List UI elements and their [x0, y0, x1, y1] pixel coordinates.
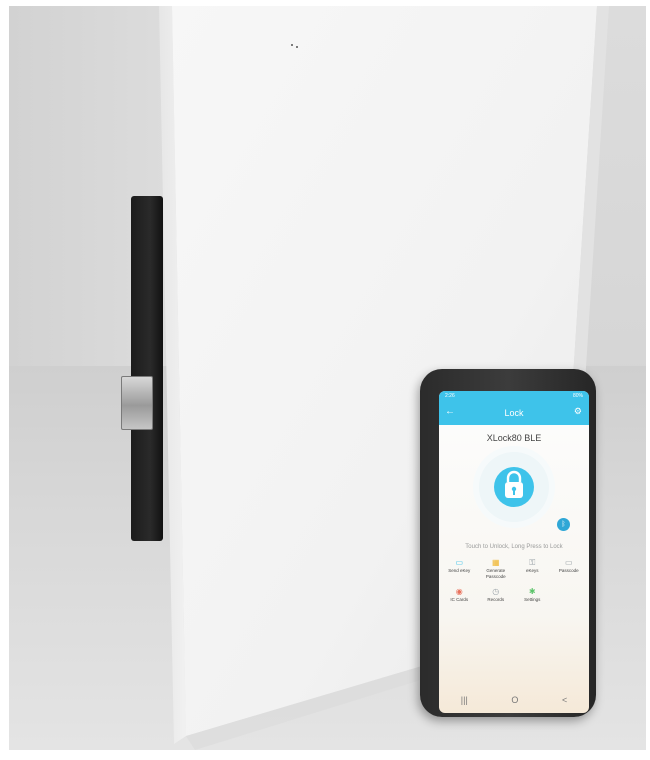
lock-menu-grid: ▭ Send eKey ▦ Generate Passcode ⚿ eKeys … — [439, 558, 589, 603]
passcode-generate-icon: ▦ — [491, 558, 500, 567]
padlock-icon — [505, 470, 523, 498]
settings-gear-icon[interactable]: ⚙ — [574, 406, 582, 417]
back-arrow-icon[interactable]: ← — [445, 406, 455, 417]
menu-item-records[interactable]: ◷ Records — [478, 587, 515, 603]
android-nav-bar: ||| O < — [439, 695, 589, 705]
home-button[interactable]: O — [511, 695, 518, 705]
menu-item-settings[interactable]: ✱ Settings — [514, 587, 551, 603]
lock-name: XLock80 BLE — [486, 433, 542, 443]
status-time: 2:26 — [445, 393, 455, 399]
settings-icon: ✱ — [528, 587, 536, 596]
menu-item-ic-cards[interactable]: ◉ IC Cards — [441, 587, 478, 603]
menu-item-send-ekey[interactable]: ▭ Send eKey — [441, 558, 478, 579]
back-button[interactable]: < — [562, 695, 567, 705]
send-ekey-icon: ▭ — [455, 558, 464, 567]
ic-card-icon: ◉ — [455, 587, 463, 596]
status-bar: 2:26 80% — [439, 391, 589, 401]
photo-scene: 2:26 80% ← Lock ⚙ XLock80 BLE ᛒ Touch to… — [9, 6, 646, 750]
menu-item-ekeys[interactable]: ⚿ eKeys — [514, 558, 551, 579]
unlock-button[interactable] — [479, 452, 549, 522]
menu-item-passcode[interactable]: ▭ Passcode — [551, 558, 588, 579]
battery-level: 80% — [572, 393, 583, 399]
recents-button[interactable]: ||| — [461, 695, 468, 705]
unlock-hint: Touch to Unlock, Long Press to Lock — [465, 544, 563, 550]
app-header: ← Lock ⚙ — [439, 401, 589, 425]
records-icon: ◷ — [492, 587, 500, 596]
phone-screen: 2:26 80% ← Lock ⚙ XLock80 BLE ᛒ Touch to… — [439, 391, 589, 713]
app-title: Lock — [504, 408, 524, 418]
menu-item-generate-passcode[interactable]: ▦ Generate Passcode — [478, 558, 515, 579]
passcode-icon: ▭ — [564, 558, 573, 567]
lock-bolt — [121, 376, 153, 430]
bluetooth-icon[interactable]: ᛒ — [557, 518, 570, 531]
ekeys-icon: ⚿ — [529, 558, 536, 567]
smart-lock-body — [131, 196, 163, 541]
smartphone: 2:26 80% ← Lock ⚙ XLock80 BLE ᛒ Touch to… — [420, 369, 596, 717]
